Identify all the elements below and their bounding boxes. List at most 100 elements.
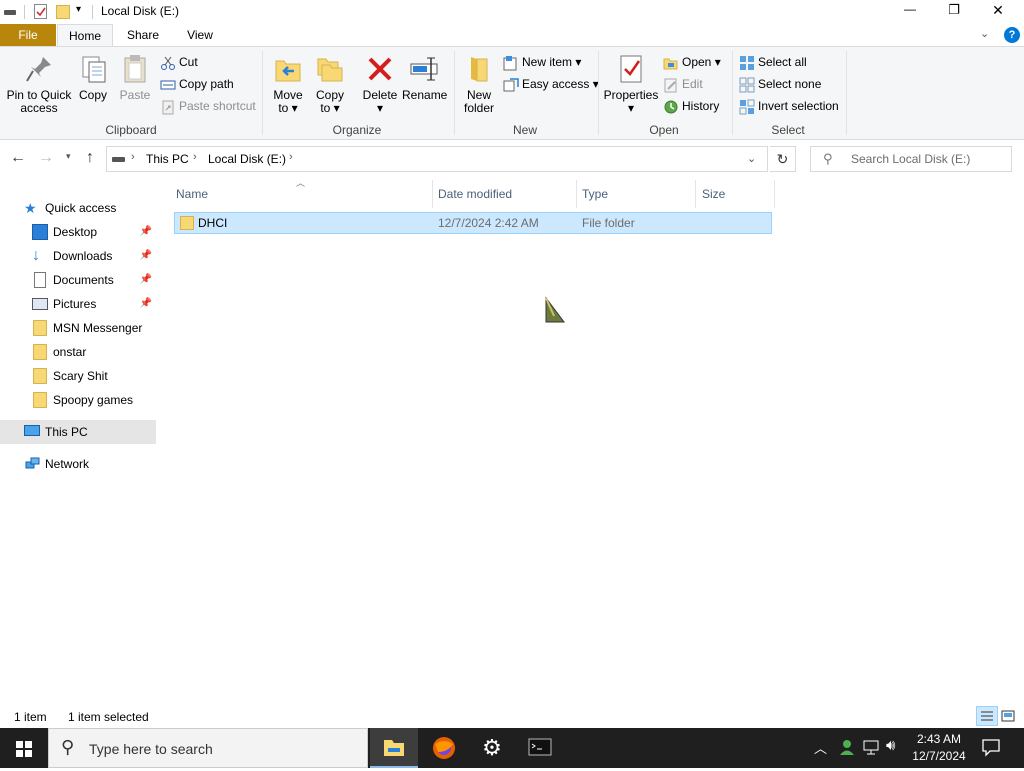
nav-item-onstar[interactable]: onstar: [0, 340, 156, 364]
table-row[interactable]: DHCI 12/7/2024 2:42 AM File folder: [174, 212, 772, 234]
drive-icon: [112, 157, 125, 162]
pin-icon: 📌: [139, 274, 152, 285]
close-button[interactable]: ✕: [984, 2, 1012, 19]
start-button[interactable]: [0, 728, 48, 768]
nav-item-msn-messenger[interactable]: MSN Messenger: [0, 316, 156, 340]
tab-file[interactable]: File: [0, 24, 56, 46]
clock-date[interactable]: 12/7/2024: [910, 749, 968, 763]
history-icon: [663, 99, 679, 115]
tab-home[interactable]: Home: [57, 24, 113, 47]
chevron-right-icon: ›: [131, 151, 135, 163]
large-icons-view-button[interactable]: [1000, 708, 1018, 724]
search-box[interactable]: ⚲ Search Local Disk (E:): [810, 146, 1012, 172]
easy-access-icon: [503, 77, 519, 93]
nav-item-scary-shit[interactable]: Scary Shit: [0, 364, 156, 388]
copy-to-button[interactable]: Copy to ▾: [312, 53, 348, 115]
organize-group-label: Organize: [332, 123, 382, 137]
paste-shortcut-button[interactable]: Paste shortcut: [160, 96, 256, 116]
nav-item-documents[interactable]: Documents 📌: [0, 268, 156, 292]
ribbon-tabs: File Home Share View ⌄ ?: [0, 24, 1024, 47]
rename-button[interactable]: Rename: [402, 53, 447, 102]
nav-item-pictures[interactable]: Pictures 📌: [0, 292, 156, 316]
nav-label: This PC: [45, 425, 88, 439]
settings-gear-icon[interactable]: ⚙: [468, 728, 516, 768]
show-hidden-icons-button[interactable]: ︿: [814, 738, 827, 757]
open-button[interactable]: Open ▾: [663, 52, 721, 72]
copy-button[interactable]: Copy: [76, 53, 110, 102]
refresh-icon[interactable]: ↻: [770, 146, 796, 172]
chevron-right-icon: ›: [289, 151, 293, 163]
nav-this-pc[interactable]: This PC: [0, 420, 156, 444]
expand-ribbon-icon[interactable]: ⌄: [980, 27, 989, 40]
network-icon: [24, 456, 40, 472]
paste-button[interactable]: Paste: [116, 53, 154, 102]
move-to-icon: [272, 53, 304, 85]
delete-button[interactable]: Delete ▾: [360, 53, 400, 115]
easy-access-button[interactable]: Easy access ▾: [503, 74, 599, 94]
column-header-size[interactable]: Size: [702, 184, 725, 204]
up-arrow-icon[interactable]: ↑: [86, 149, 94, 167]
maximize-button[interactable]: ❐: [940, 2, 968, 18]
terminal-taskbar-icon[interactable]: [516, 728, 564, 768]
new-folder-button[interactable]: New folder: [460, 53, 498, 115]
customize-qat-icon[interactable]: ▾: [76, 4, 81, 15]
tab-view[interactable]: View: [176, 24, 224, 46]
properties-quick-icon[interactable]: [34, 4, 47, 19]
select-all-icon: [739, 55, 755, 71]
network-tray-icon[interactable]: [862, 738, 880, 756]
column-header-date-modified[interactable]: Date modified: [438, 184, 512, 204]
breadcrumb-local-disk[interactable]: Local Disk (E:): [208, 152, 286, 166]
nav-item-downloads[interactable]: ↓ Downloads 📌: [0, 244, 156, 268]
move-to-button[interactable]: Move to ▾: [270, 53, 306, 115]
column-divider: [432, 180, 433, 208]
address-dropdown-icon[interactable]: ⌄: [747, 152, 756, 165]
pin-to-quick-access-button[interactable]: Pin to Quick access: [6, 53, 72, 115]
nav-label: Network: [45, 457, 90, 471]
select-none-button[interactable]: Select none: [739, 74, 821, 94]
notifications-icon[interactable]: [980, 736, 1002, 758]
details-view-button[interactable]: [976, 706, 998, 726]
taskbar: ⚲ Type here to search ⚙ ︿ 🔊︎ 2:43 AM 12/…: [0, 728, 1024, 768]
cut-button[interactable]: Cut: [160, 52, 198, 72]
column-header-type[interactable]: Type: [582, 184, 608, 204]
computer-icon: [24, 425, 40, 436]
new-folder-quick-icon[interactable]: [56, 5, 70, 19]
help-icon[interactable]: ?: [1004, 27, 1020, 43]
recent-locations-icon[interactable]: ▾: [66, 151, 71, 162]
nav-label: Scary Shit: [53, 369, 108, 383]
forward-arrow-icon[interactable]: →: [38, 149, 54, 167]
edit-icon: [663, 77, 679, 93]
tab-share[interactable]: Share: [118, 24, 168, 46]
nav-network[interactable]: Network: [0, 452, 156, 476]
history-button[interactable]: History: [663, 96, 719, 116]
nav-quick-access[interactable]: ★ Quick access: [0, 196, 156, 220]
rename-icon: [408, 53, 440, 85]
copy-path-button[interactable]: Copy path: [160, 74, 234, 94]
back-arrow-icon[interactable]: ←: [10, 149, 26, 167]
copy-icon: [77, 53, 109, 85]
paste-shortcut-label: Paste shortcut: [179, 99, 256, 113]
invert-selection-button[interactable]: Invert selection: [739, 96, 839, 116]
breadcrumb-this-pc[interactable]: This PC: [146, 152, 189, 166]
nav-item-desktop[interactable]: Desktop 📌: [0, 220, 156, 244]
file-explorer-taskbar-icon[interactable]: [370, 728, 418, 768]
drive-icon: [4, 10, 16, 15]
delete-icon: [364, 53, 396, 85]
taskbar-search-box[interactable]: ⚲ Type here to search: [48, 728, 368, 768]
clock-time[interactable]: 2:43 AM: [916, 732, 962, 746]
minimize-button[interactable]: —: [896, 2, 924, 16]
nav-item-spoopy-games[interactable]: Spoopy games: [0, 388, 156, 412]
new-item-button[interactable]: New item ▾: [503, 52, 581, 72]
address-bar[interactable]: › This PC › Local Disk (E:) › ⌄: [106, 146, 768, 172]
separator: [24, 5, 25, 19]
user-tray-icon[interactable]: [838, 738, 856, 756]
select-all-button[interactable]: Select all: [739, 52, 807, 72]
firefox-taskbar-icon[interactable]: [420, 728, 468, 768]
properties-button[interactable]: Properties ▾: [602, 53, 660, 115]
volume-tray-icon[interactable]: 🔊︎: [886, 737, 895, 754]
edit-button[interactable]: Edit: [663, 74, 703, 94]
select-none-icon: [739, 77, 755, 93]
nav-label: Desktop: [53, 225, 98, 239]
copy-to-label: Copy to ▾: [315, 88, 344, 115]
column-header-name[interactable]: Name: [176, 184, 208, 204]
